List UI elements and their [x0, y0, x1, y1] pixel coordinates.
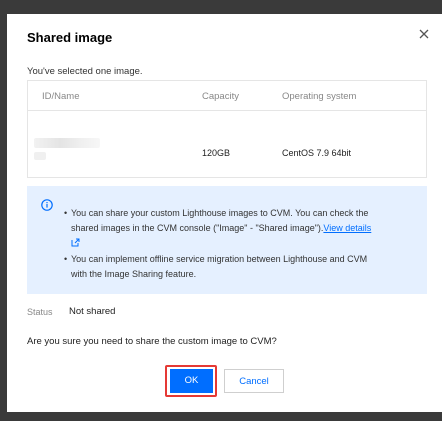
dialog-title: Shared image — [27, 30, 113, 45]
column-header-capacity: Capacity — [202, 91, 239, 102]
cell-os: CentOS 7.9 64bit — [282, 148, 352, 158]
redacted-image-name — [34, 138, 100, 148]
confirm-question: Are you sure you need to share the custo… — [27, 336, 277, 347]
ok-button[interactable]: OK — [170, 369, 213, 393]
column-header-id-name: ID/Name — [42, 91, 80, 102]
redacted-image-id — [34, 152, 46, 160]
external-link-icon[interactable] — [71, 238, 80, 247]
status-value: Not shared — [69, 306, 116, 317]
info-bullet1-line2: shared images in the CVM console ("Image… — [71, 223, 324, 233]
column-header-os: Operating system — [282, 91, 357, 102]
info-notice: • You can share your custom Lighthouse i… — [27, 186, 427, 294]
info-bullet1-line1: You can share your custom Lighthouse ima… — [71, 208, 369, 218]
share-image-dialog: Shared image You've selected one image. … — [7, 14, 442, 412]
info-bullet-migration: • You can implement offline service migr… — [64, 254, 368, 279]
image-table: ID/Name Capacity Operating system 120GB … — [27, 80, 427, 178]
cancel-button[interactable]: Cancel — [224, 369, 284, 393]
table-header: ID/Name Capacity Operating system — [28, 81, 426, 111]
info-bullet2-line2: with the Image Sharing feature. — [71, 269, 197, 279]
selected-note: You've selected one image. — [27, 66, 143, 77]
status-label: Status — [27, 307, 53, 317]
info-bullet2-line1: You can implement offline service migrat… — [71, 254, 368, 264]
info-icon — [41, 199, 53, 211]
info-bullet-share: • You can share your custom Lighthouse i… — [64, 206, 411, 251]
cell-capacity: 120GB — [202, 148, 231, 158]
close-icon[interactable] — [416, 26, 432, 42]
view-details-link[interactable]: View details — [323, 223, 371, 233]
